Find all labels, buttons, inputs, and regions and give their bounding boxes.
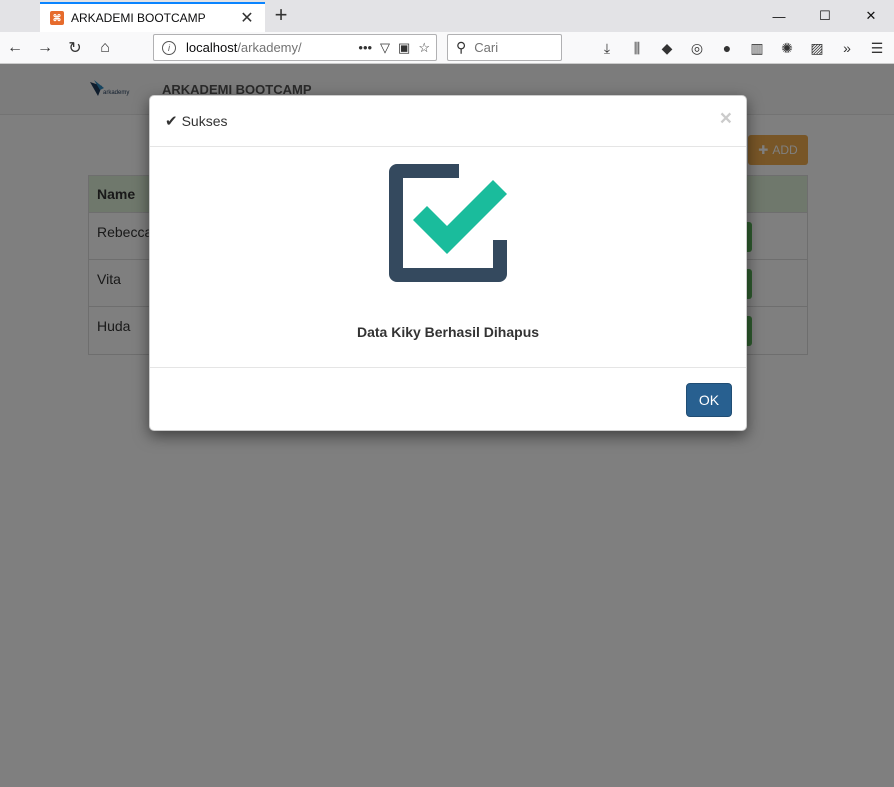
modal-header: ✔ Sukses × (150, 96, 746, 147)
download-icon[interactable]: ⤓ (596, 37, 618, 59)
url-text[interactable]: localhost/arkademy/ (186, 40, 358, 55)
menu-icon[interactable]: ☰ (866, 37, 888, 59)
toolbar-extensions: ⤓ ⫼ ◆ ◎ ● ▥ ✺ ▨ » ☰ (596, 37, 888, 59)
close-icon[interactable]: × (720, 108, 732, 129)
maximize-icon[interactable]: ☐ (802, 0, 848, 32)
info-icon[interactable]: i (162, 40, 176, 55)
modal-body: Data Kiky Berhasil Dihapus (150, 147, 746, 367)
edit-icon[interactable]: ▨ (806, 37, 828, 59)
new-tab-icon[interactable]: + (270, 4, 292, 28)
sidebar-icon[interactable]: ▥ (746, 37, 768, 59)
url-bar[interactable]: i localhost/arkademy/ ••• ▽ ▣ ☆ (153, 34, 437, 61)
tab-title: ARKADEMI BOOTCAMP (71, 11, 206, 25)
more-actions-icon[interactable]: ••• (358, 40, 372, 55)
pocket-icon[interactable]: ▽ (380, 40, 390, 56)
search-placeholder: Cari (474, 40, 499, 55)
tab-close-icon[interactable]: ✕ (237, 8, 257, 28)
success-modal: ✔ Sukses × Data Kiky Berhasil Dihapus OK (149, 95, 747, 431)
reload-icon[interactable]: ↻ (64, 37, 86, 59)
success-check-icon (389, 164, 507, 282)
adblock-icon[interactable]: ● (716, 37, 738, 59)
sync-icon[interactable]: ◎ (686, 37, 708, 59)
search-bar[interactable]: ⚲ Cari (447, 34, 562, 61)
modal-footer: OK (150, 367, 746, 432)
close-window-icon[interactable]: ✕ (848, 0, 894, 32)
minimize-icon[interactable]: — (756, 0, 802, 32)
browser-tab[interactable]: ⌘ ARKADEMI BOOTCAMP ✕ (40, 2, 265, 32)
search-icon: ⚲ (456, 39, 467, 55)
ok-button[interactable]: OK (686, 383, 732, 417)
modal-title: Sukses (181, 113, 228, 129)
modal-message: Data Kiky Berhasil Dihapus (356, 324, 540, 340)
library-icon[interactable]: ⫼ (626, 37, 648, 59)
page-content: arkademy ARKADEMI BOOTCAMP ✚ ADD Name Re… (0, 64, 894, 787)
window-controls: — ☐ ✕ (756, 0, 894, 32)
home-icon[interactable]: ⌂ (94, 37, 116, 59)
back-icon[interactable]: ← (4, 37, 26, 59)
forward-icon[interactable]: → (34, 37, 56, 59)
bookmark-star-icon[interactable]: ☆ (418, 40, 430, 56)
overflow-icon[interactable]: » (836, 37, 858, 59)
extension-icon[interactable]: ◆ (656, 37, 678, 59)
gear-icon[interactable]: ✺ (776, 37, 798, 59)
browser-toolbar: ← → ↻ ⌂ i localhost/arkademy/ ••• ▽ ▣ ☆ … (0, 32, 894, 64)
reader-icon[interactable]: ▣ (398, 40, 410, 56)
xampp-icon: ⌘ (50, 11, 64, 25)
checkmark-icon: ✔ (165, 113, 178, 130)
browser-tab-bar: ⌘ ARKADEMI BOOTCAMP ✕ + — ☐ ✕ (0, 0, 894, 32)
